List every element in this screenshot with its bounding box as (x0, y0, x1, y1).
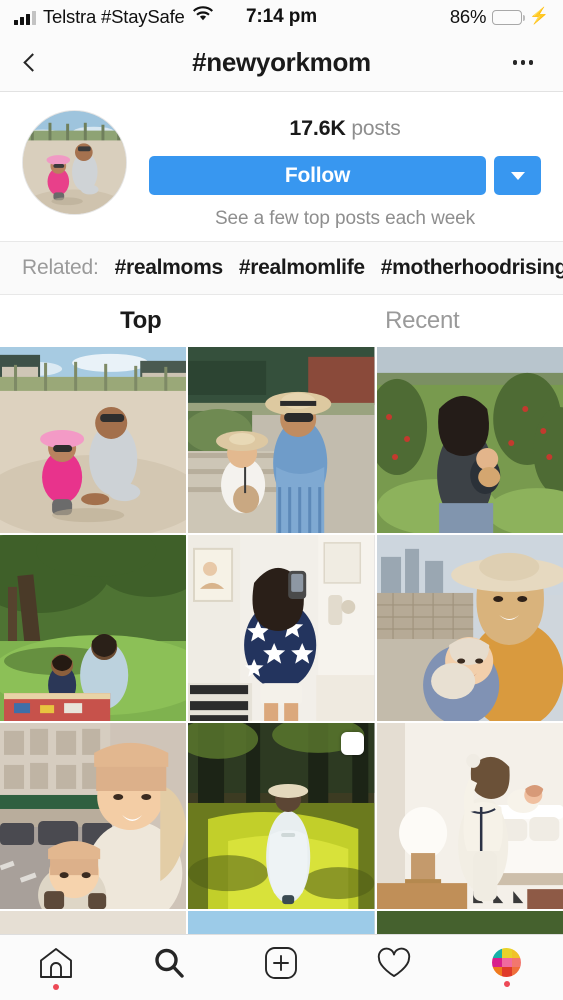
posts-label: posts (351, 117, 401, 140)
nav-profile-button[interactable] (450, 935, 563, 1000)
follow-button[interactable]: Follow (149, 156, 486, 195)
related-hashtags-row[interactable]: Related: #realmoms #realmomlife #motherh… (0, 242, 563, 295)
related-label: Related: (22, 256, 99, 279)
grid-post-1[interactable] (0, 347, 187, 533)
grid-post-3[interactable] (376, 347, 563, 533)
hashtag-avatar[interactable] (22, 110, 127, 215)
home-notification-dot (53, 983, 60, 990)
activity-heart-icon (376, 947, 412, 979)
more-options-icon (512, 60, 518, 65)
page-title: #newyorkmom (192, 47, 371, 77)
status-bar-center: 7:14 pm (246, 6, 317, 28)
grid-post-9[interactable] (376, 723, 563, 909)
grid-post-5[interactable] (188, 535, 375, 721)
related-tag[interactable]: #realmomlife (239, 256, 365, 280)
post-count-value: 17.6K (289, 116, 346, 140)
profile-notification-dot (503, 981, 510, 987)
post-grid (0, 347, 563, 934)
profile-info-column: 17.6K posts Follow See a few top posts e… (127, 110, 541, 230)
grid-post-10[interactable] (0, 911, 187, 934)
feed-tabs: Top Recent (0, 295, 563, 347)
profile-action-row: Follow (149, 156, 541, 195)
home-icon (38, 946, 74, 980)
status-bar-right: 86% ⚡ (317, 6, 549, 28)
follow-options-button[interactable] (494, 156, 541, 195)
hashtag-profile-section: 17.6K posts Follow See a few top posts e… (0, 92, 563, 242)
nav-search-button[interactable] (113, 935, 226, 1000)
more-options-button[interactable] (503, 43, 543, 83)
grid-post-12[interactable] (376, 911, 563, 934)
page-header: #newyorkmom (0, 34, 563, 92)
grid-post-4[interactable] (0, 535, 187, 721)
instagram-hashtag-page: Telstra #StaySafe 7:14 pm 86% ⚡ #newyork… (0, 0, 563, 1000)
related-tag[interactable]: #realmoms (115, 256, 224, 280)
battery-icon (492, 9, 526, 25)
cellular-signal-icon (14, 10, 36, 25)
grid-post-7[interactable] (0, 723, 187, 909)
grid-post-2[interactable] (188, 347, 375, 533)
tab-top[interactable]: Top (0, 295, 282, 347)
search-icon (152, 946, 186, 980)
nav-add-post-button[interactable] (225, 935, 338, 1000)
chevron-left-icon (23, 53, 42, 72)
bottom-navigation-bar (0, 934, 563, 1000)
wifi-icon (192, 6, 214, 28)
grid-post-8[interactable] (188, 723, 375, 909)
carrier-label: Telstra #StaySafe (43, 6, 185, 27)
tab-recent[interactable]: Recent (282, 295, 563, 347)
follow-subtext: See a few top posts each week (214, 208, 476, 229)
status-bar-left: Telstra #StaySafe (14, 6, 246, 28)
grid-post-6[interactable] (376, 535, 563, 721)
carousel-icon (340, 732, 364, 755)
grid-post-11[interactable] (188, 911, 375, 934)
status-bar: Telstra #StaySafe 7:14 pm 86% ⚡ (0, 0, 563, 34)
nav-home-button[interactable] (0, 935, 113, 1000)
nav-activity-button[interactable] (338, 935, 451, 1000)
chevron-down-icon (510, 171, 525, 180)
post-count-line: 17.6K posts (289, 116, 400, 141)
add-post-icon (264, 946, 298, 980)
charging-bolt-icon: ⚡ (529, 8, 550, 25)
clock-label: 7:14 pm (245, 6, 318, 27)
back-button[interactable] (20, 43, 60, 83)
profile-avatar-icon (492, 948, 522, 977)
related-tag[interactable]: #motherhoodrising (381, 256, 563, 280)
battery-percent-label: 86% (449, 6, 487, 27)
